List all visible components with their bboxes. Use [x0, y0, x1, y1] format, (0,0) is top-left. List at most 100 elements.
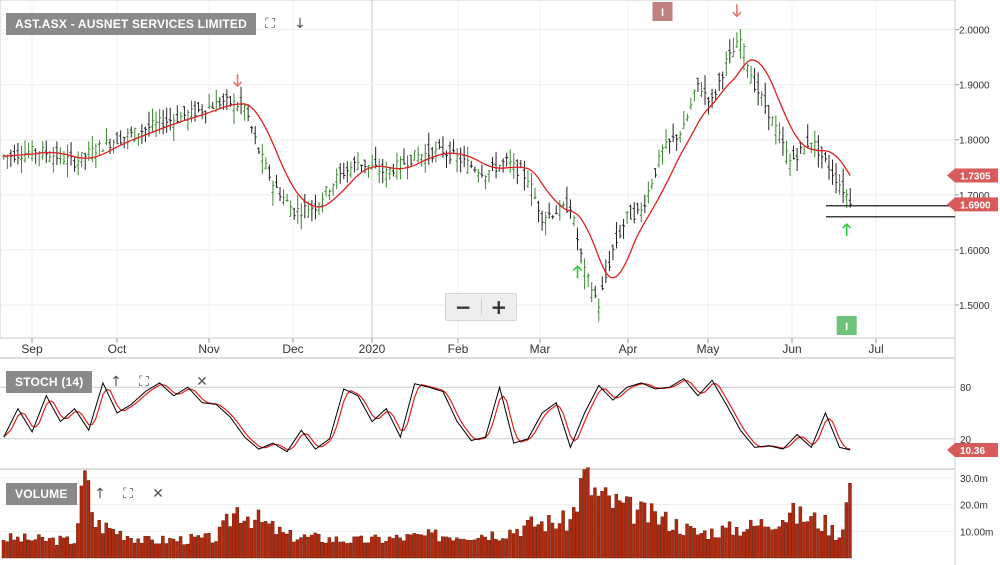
volume-bar: [437, 541, 441, 559]
download-icon[interactable]: ↓: [292, 16, 308, 32]
y-tick-label: 1.6000: [959, 246, 990, 257]
volume-bar: [182, 544, 186, 559]
price-bar: [494, 152, 498, 179]
price-bar: [678, 131, 682, 143]
price-bar: [119, 130, 123, 145]
price-bar: [214, 89, 218, 112]
price-bar: [664, 129, 668, 150]
volume-bar: [210, 542, 215, 559]
price-bar: [632, 201, 636, 224]
price-bar: [703, 75, 707, 106]
volume-bar: [402, 540, 406, 559]
price-bar: [593, 285, 597, 299]
volume-bar: [168, 537, 172, 559]
price-bar: [239, 86, 243, 115]
volume-bar: [203, 533, 208, 559]
move-up-icon[interactable]: ↑: [92, 486, 108, 502]
price-bar: [827, 154, 831, 180]
volume-bar: [770, 529, 774, 559]
volume-bar: [122, 540, 126, 559]
price-bar: [795, 147, 799, 171]
volume-bar: [1, 540, 6, 559]
price-bar: [172, 113, 176, 142]
price-bar: [23, 140, 27, 163]
price-bar: [611, 244, 615, 261]
price-bar: [515, 159, 519, 185]
zoom-out-button[interactable]: −: [446, 294, 481, 320]
volume-bar: [260, 522, 264, 559]
price-bar: [586, 272, 590, 288]
price-bar: [12, 144, 16, 163]
volume-bar: [154, 543, 158, 559]
price-bar: [129, 126, 133, 138]
zoom-in-button[interactable]: +: [482, 294, 517, 320]
price-bar: [321, 192, 325, 213]
close-icon[interactable]: ✕: [150, 486, 166, 502]
volume-bar: [642, 502, 647, 559]
x-tick-label: Jul: [868, 342, 883, 356]
last-price-badge-text: 1.6900: [960, 200, 991, 211]
price-bar: [359, 164, 363, 172]
volume-bar: [727, 521, 732, 559]
volume-bar: [731, 534, 735, 559]
volume-bar: [444, 536, 448, 559]
volume-bar: [189, 533, 193, 559]
price-bar: [746, 63, 750, 78]
volume-bar: [664, 511, 668, 559]
price-bar: [682, 110, 686, 129]
expand-icon[interactable]: ⛶: [120, 486, 136, 502]
volume-bar: [518, 536, 523, 559]
price-bar: [760, 91, 764, 106]
volume-bar: [511, 533, 516, 559]
volume-bar: [299, 537, 303, 559]
volume-bar: [490, 531, 494, 559]
volume-bar: [5, 541, 9, 559]
price-panel-label[interactable]: AST.ASX - AUSNET SERVICES LIMITED: [6, 13, 256, 35]
price-bar: [161, 109, 165, 135]
volume-bar: [217, 526, 222, 559]
sell-signal-arrow-icon: [732, 4, 742, 18]
x-tick-label: 2020: [359, 342, 386, 356]
volume-bar: [756, 525, 760, 559]
move-up-icon[interactable]: ↑: [108, 374, 124, 390]
volume-bar: [469, 540, 473, 559]
volume-bar: [47, 538, 52, 559]
close-icon[interactable]: ✕: [194, 374, 210, 390]
volume-bar: [586, 467, 590, 559]
volume-bar: [355, 536, 360, 559]
volume-bar: [827, 535, 831, 559]
volume-bar: [221, 520, 225, 559]
price-bar: [480, 164, 484, 178]
volume-bar: [175, 541, 179, 559]
volume-bar: [147, 536, 151, 559]
volume-bar: [600, 491, 604, 559]
volume-bar: [164, 543, 169, 559]
volume-bar: [338, 541, 342, 559]
price-bar: [58, 147, 62, 165]
volume-bar: [479, 534, 484, 559]
volume-bar: [823, 514, 827, 559]
price-bar: [692, 89, 696, 102]
price-bar: [784, 140, 788, 165]
expand-icon[interactable]: ⛶: [136, 374, 152, 390]
price-bar: [253, 126, 257, 145]
volume-bar: [62, 537, 66, 559]
price-bar: [246, 104, 250, 122]
volume-bar: [26, 539, 31, 559]
expand-icon[interactable]: ⛶: [262, 16, 278, 32]
volume-bar: [476, 538, 480, 559]
volume-bar: [430, 532, 434, 559]
stoch-panel-label[interactable]: STOCH (14): [6, 371, 93, 393]
price-bar: [352, 156, 356, 173]
price-bar: [731, 37, 735, 58]
volume-bar: [448, 537, 452, 559]
price-bar: [788, 153, 792, 177]
volume-bar: [288, 529, 293, 559]
price-bar: [848, 187, 852, 208]
ma-value-badge-text: 1.7305: [960, 172, 991, 183]
volume-bar: [816, 528, 820, 559]
price-bar: [476, 168, 480, 183]
volume-panel-label[interactable]: VOLUME: [6, 483, 77, 505]
sell-signal-arrow-icon: [232, 74, 243, 88]
volume-bar: [90, 512, 94, 559]
